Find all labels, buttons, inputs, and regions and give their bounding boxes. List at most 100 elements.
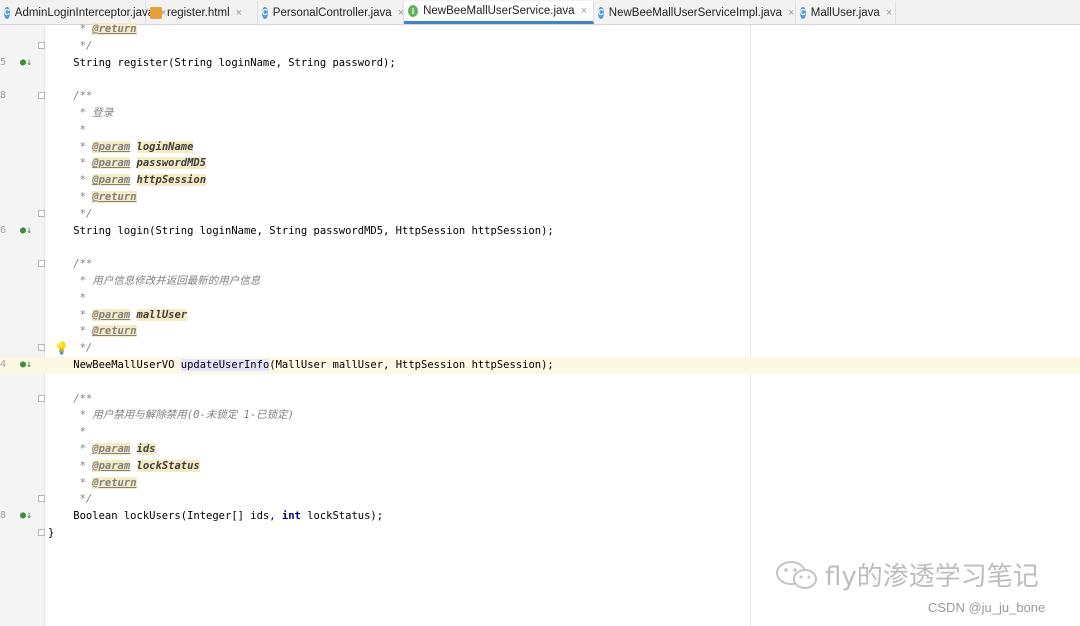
code-line[interactable]: * @return [0,475,1080,492]
code-line[interactable]: * @param mallUser [0,307,1080,324]
c-class-icon: C [4,6,10,19]
code-line[interactable]: * @return [0,189,1080,206]
implemented-icon[interactable]: ●↓ [20,508,32,525]
code-text: String login(String loginName, String pa… [48,223,553,240]
code-text: * @return [48,21,137,38]
c-class-icon: C [262,6,268,19]
code-text: * @param loginName [48,139,194,156]
code-line[interactable] [0,239,1080,256]
code-text: */ [48,206,93,223]
code-line[interactable]: /** [0,391,1080,408]
close-icon[interactable]: × [236,7,242,19]
csdn-credit: CSDN @ju_ju_bone [928,600,1046,615]
code-token: mallUser [136,308,188,321]
code-token: * [48,476,93,489]
code-token: lockStatus); [300,510,384,523]
code-line[interactable]: } [0,525,1080,542]
code-line[interactable]: 8 ●↓ Boolean lockUsers(Integer[] ids, int… [0,508,1080,525]
code-text: * @param httpSession [48,172,207,189]
code-line[interactable]: * @param loginName [0,139,1080,156]
close-icon[interactable]: × [581,5,587,17]
implemented-icon[interactable]: ●↓ [20,357,32,374]
watermark-text: fly的渗透学习笔记 [825,562,1039,592]
implemented-icon[interactable]: ●↓ [20,55,32,72]
code-text: * @param mallUser [48,307,188,324]
code-line[interactable]: * 用户禁用与解除禁用(0-未锁定 1-已锁定) [0,407,1080,424]
code-line[interactable]: * @param ids [0,441,1080,458]
code-text: * @return [48,475,137,492]
code-line[interactable]: * @return [0,21,1080,38]
fold-icon[interactable] [38,495,45,503]
code-line[interactable]: */ [0,491,1080,508]
code-line[interactable]: * @return [0,323,1080,340]
code-token: @return [92,23,137,35]
code-text: Boolean lockUsers(Integer[] ids, int loc… [48,508,383,525]
code-token: */ [48,39,93,52]
code-line[interactable]: 4 ●↓ NewBeeMallUserVO updateUserInfo(Mall… [0,357,1080,374]
code-line[interactable]: * @param passwordMD5 [0,155,1080,172]
fold-icon[interactable] [38,209,45,217]
code-token: Boolean lockUsers(Integer[] ids, [48,510,282,523]
code-token: } [48,527,55,539]
code-line[interactable]: 5 ●↓ String register(String loginName, St… [0,55,1080,72]
code-token: * 用户禁用与解除禁用(0-未锁定 1-已锁定) [48,409,295,422]
code-token: * [48,325,93,338]
code-text: */ [48,38,93,55]
code-line[interactable]: * 登录 [0,105,1080,122]
code-text: * @param lockStatus [48,458,200,475]
code-text: /** [48,256,92,273]
code-line[interactable]: /** [0,256,1080,273]
c-class-icon: C [800,6,806,19]
code-line[interactable]: * @param lockStatus [0,458,1080,475]
fold-icon[interactable] [38,260,45,268]
tab-label: NewBeeMallUserServiceImpl.java [608,6,782,19]
line-number: 8 [0,90,6,102]
c-class-icon: C [598,6,604,19]
code-line[interactable]: 💡 */ [0,340,1080,357]
code-token: loginName [136,140,194,153]
code-text: */ [48,491,93,508]
close-icon[interactable]: × [886,7,892,19]
implemented-icon[interactable]: ●↓ [20,223,32,240]
line-number: 4 [0,359,6,370]
code-text: NewBeeMallUserVO updateUserInfo(MallUser… [48,357,554,374]
code-token: * 登录 [48,107,114,119]
tab-label: PersonalController.java [272,6,392,19]
close-icon[interactable]: × [788,7,794,19]
code-line[interactable]: * @param httpSession [0,172,1080,189]
code-token: /** [48,392,93,405]
i-interface-icon: I [408,5,419,17]
fold-icon[interactable] [38,92,45,100]
code-token: * [48,308,93,321]
code-line[interactable]: */ [0,206,1080,223]
fold-icon[interactable] [38,41,45,49]
code-text: * 登录 [48,105,114,122]
code-line[interactable] [0,374,1080,391]
code-token: @param [92,459,131,472]
code-line[interactable]: * [0,290,1080,307]
code-token: * [48,174,93,187]
code-token: @param [92,157,131,170]
fold-icon[interactable] [38,344,45,352]
code-text: * [48,122,86,139]
code-line[interactable] [0,71,1080,88]
code-text: /** [48,88,92,105]
code-line[interactable]: 8 /** [0,88,1080,105]
code-line[interactable]: * [0,424,1080,441]
code-token: */ [48,493,93,506]
code-text: * [48,424,86,441]
code-line[interactable]: */ [0,38,1080,55]
code-line[interactable]: * 用户信息修改并返回最新的用户信息 [0,273,1080,290]
code-token: /** [48,90,93,103]
code-token: NewBeeMallUserVO [48,359,181,371]
code-line[interactable]: 6 ●↓ String login(String loginName, Strin… [0,223,1080,240]
code-token: * [48,191,93,203]
fold-icon[interactable] [38,394,45,402]
html-file-icon [150,6,162,19]
code-token: * [48,291,86,304]
code-line[interactable]: * [0,122,1080,139]
fold-icon[interactable] [38,529,45,536]
